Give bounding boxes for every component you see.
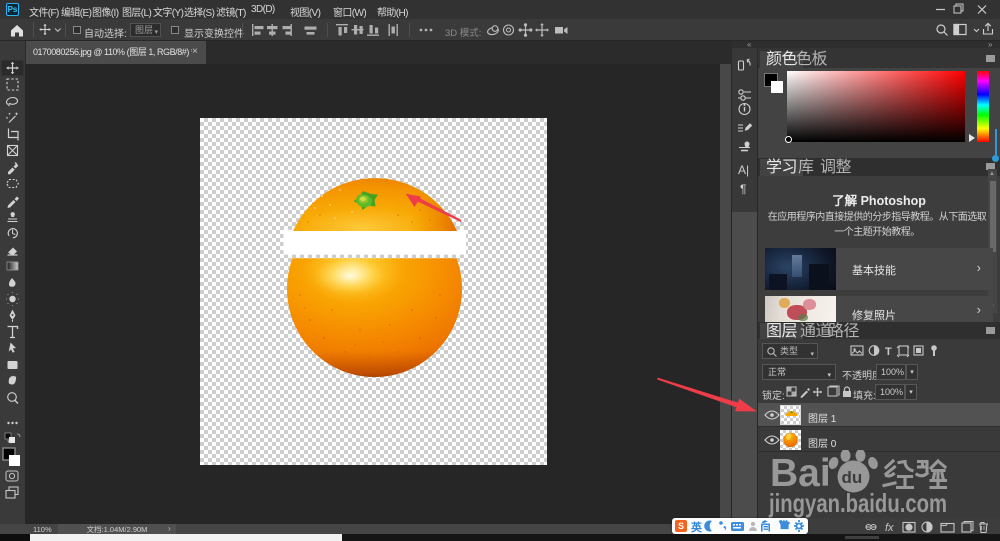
svg-text:T: T: [885, 346, 892, 358]
svg-text:A|: A|: [738, 163, 749, 177]
svg-text:du: du: [842, 468, 863, 487]
svg-text:fx: fx: [885, 522, 894, 534]
svg-text:¶: ¶: [740, 182, 746, 196]
